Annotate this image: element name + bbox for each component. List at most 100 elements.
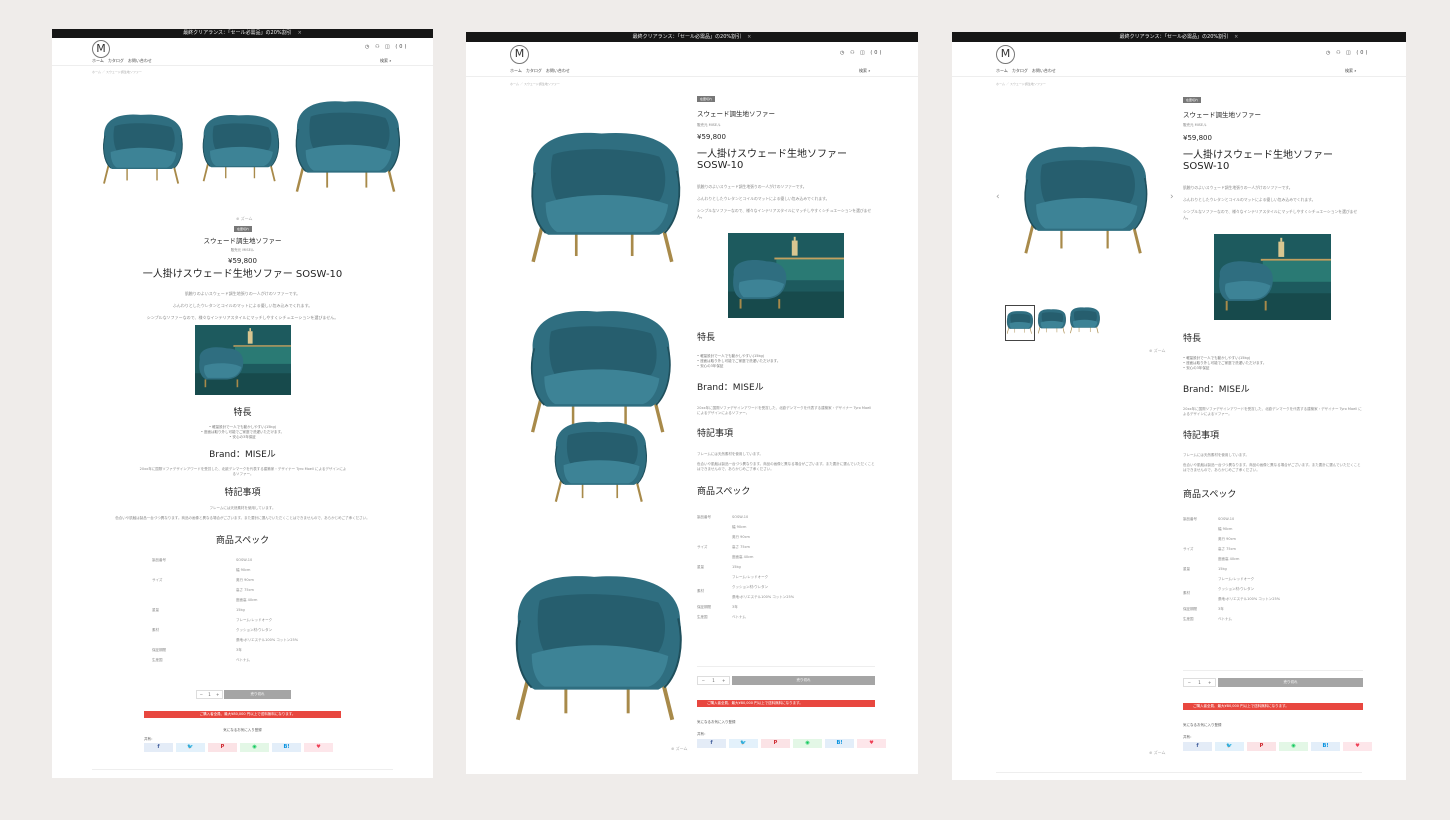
product-image-3[interactable]	[292, 99, 404, 199]
quantity-stepper[interactable]: −1 +	[1183, 678, 1216, 687]
logo[interactable]: M	[92, 40, 110, 58]
room-image	[195, 325, 291, 395]
specs-divider	[697, 666, 875, 667]
footer-divider	[996, 772, 1362, 773]
vendor-name[interactable]: MISEル	[1195, 123, 1207, 127]
spec-row: 生産国 ベトナム	[152, 658, 250, 662]
product-image-1[interactable]	[100, 113, 186, 189]
line-icon[interactable]: ◉	[240, 743, 269, 752]
brand-heading: Brand：MISEル	[1183, 385, 1250, 395]
logo[interactable]: M	[996, 45, 1015, 64]
hatena-icon[interactable]: B!	[825, 739, 854, 748]
pinterest-icon[interactable]: P	[761, 739, 790, 748]
line-icon[interactable]: ◉	[793, 739, 822, 748]
header-icons[interactable]: ◷ ⚇ ◫ (0)	[365, 44, 408, 50]
header-divider	[952, 76, 1406, 77]
product-image-1[interactable]	[526, 130, 686, 272]
nav-contact[interactable]: お問い合わせ	[1032, 68, 1056, 73]
nav-contact[interactable]: お問い合わせ	[546, 68, 570, 73]
nav-contact[interactable]: お問い合わせ	[128, 58, 152, 63]
search-button[interactable]: 検索 ⌕	[1345, 68, 1357, 74]
close-icon[interactable]: ×	[1234, 34, 1238, 40]
next-arrow-icon[interactable]: ›	[1170, 192, 1174, 202]
search-button[interactable]: 検索 ⌕	[859, 68, 871, 74]
brand-text: 20xx年に国際ソファデザインアワードを受賞した、北欧デンマークを代表する建築家…	[139, 467, 347, 476]
plus-button[interactable]: +	[216, 691, 219, 698]
main-nav: ホーム カタログ お問い合わせ	[92, 58, 156, 64]
minus-button[interactable]: −	[200, 691, 203, 698]
product-image-2[interactable]	[200, 113, 282, 187]
sold-out-button[interactable]: 売り切れ	[732, 676, 875, 685]
product-image-4[interactable]	[510, 557, 688, 747]
quantity-value[interactable]: 1	[712, 677, 715, 684]
twitter-icon[interactable]: 🐦	[176, 743, 205, 752]
product-name: スウェード調生地ソファー	[1183, 111, 1261, 119]
header-icons[interactable]: ◷ ⚇ ◫ (0)	[840, 50, 883, 56]
twitter-icon[interactable]: 🐦	[729, 739, 758, 748]
nav-home[interactable]: ホーム	[996, 68, 1008, 73]
thumbnail-3[interactable]	[1069, 304, 1101, 338]
plus-button[interactable]: +	[722, 677, 725, 684]
quantity-stepper[interactable]: −1 +	[196, 690, 223, 699]
sold-out-button[interactable]: 売り切れ	[224, 690, 291, 699]
quantity-stepper[interactable]: −1 +	[697, 676, 730, 685]
search-button[interactable]: 検索 ⌕	[380, 58, 392, 64]
quantity-value[interactable]: 1	[208, 691, 211, 698]
announcement-bar: 最終クリアランス：「セール必需品」の20%割引 ×	[952, 32, 1406, 42]
zoom-button[interactable]: ⊕ ズーム	[671, 746, 688, 752]
spec-row: 重量 15kg フレーム:レッドオーク	[152, 608, 273, 622]
note-item: 色合いや肌触は製品一台づつ異なります。商品の画像と異なる場合がございます。また要…	[1183, 463, 1361, 472]
description-line-3: シンプルなソファーなので、様々なインテリアスタイルにマッチしやすくシチュエーショ…	[146, 315, 339, 320]
zoom-button[interactable]: ⊕ ズーム	[236, 216, 253, 222]
hatena-icon[interactable]: B!	[1311, 742, 1340, 751]
product-main-image[interactable]	[1020, 144, 1152, 262]
pocket-icon[interactable]: ♥	[1343, 742, 1372, 751]
shipping-banner: ご購入者全員、最大¥80,000 円以上で送料無料になります。	[1183, 703, 1363, 710]
logo[interactable]: M	[510, 45, 529, 64]
main-nav: ホーム カタログ お問い合わせ	[996, 68, 1060, 74]
vendor-name[interactable]: MISEル	[709, 123, 721, 127]
pinterest-icon[interactable]: P	[1247, 742, 1276, 751]
pocket-icon[interactable]: ♥	[857, 739, 886, 748]
minus-button[interactable]: −	[702, 677, 705, 684]
close-icon[interactable]: ×	[747, 34, 751, 40]
nav-catalog[interactable]: カタログ	[526, 68, 542, 73]
zoom-button[interactable]: ⊕ ズーム	[1149, 348, 1166, 354]
nav-home[interactable]: ホーム	[92, 58, 104, 63]
spec-row: サイズ 奥行 90cm 高さ 75cm 座面高 40cm	[1183, 537, 1240, 561]
hatena-icon[interactable]: B!	[272, 743, 301, 752]
sold-out-button[interactable]: 売り切れ	[1218, 678, 1363, 687]
zoom-button-lower[interactable]: ⊕ ズーム	[1149, 750, 1166, 756]
product-price: ¥59,800	[1183, 134, 1212, 142]
quantity-value[interactable]: 1	[1198, 679, 1201, 686]
facebook-icon[interactable]: f	[1183, 742, 1212, 751]
main-nav: ホーム カタログ お問い合わせ	[510, 68, 574, 74]
description-line-2: ふんわりとしたウレタンとコイルのマットによる優しい包み込みでくれます。	[1183, 197, 1316, 202]
spec-row: 素材 クッション材:ウレタン 張地:ポリエステル100% コットン25%	[152, 628, 299, 642]
facebook-icon[interactable]: f	[697, 739, 726, 748]
pocket-icon[interactable]: ♥	[304, 743, 333, 752]
note-item: フレームには天然素材を使用しています。	[1183, 453, 1249, 457]
note-item: 色合いや肌触は製品一台づつ異なります。商品の画像と異なる場合がございます。また要…	[697, 462, 875, 471]
plus-button[interactable]: +	[1208, 679, 1211, 686]
spec-row: 製品番号 SOSW-10 幅 90cm	[152, 558, 253, 572]
product-image-3[interactable]	[526, 420, 676, 508]
spec-row: 重量 15kg フレーム:レッドオーク	[1183, 567, 1255, 581]
description: 肌触りのよいスウェード調生地張りの一人がけのソファーです。 ふんわりとしたウレタ…	[697, 184, 875, 220]
line-icon[interactable]: ◉	[1279, 742, 1308, 751]
vendor: 販売元 MISEル	[697, 123, 721, 128]
header-divider	[52, 65, 433, 66]
vendor-name[interactable]: MISEル	[242, 248, 254, 252]
thumbnail-1[interactable]	[1005, 305, 1035, 341]
minus-button[interactable]: −	[1188, 679, 1191, 686]
pinterest-icon[interactable]: P	[208, 743, 237, 752]
twitter-icon[interactable]: 🐦	[1215, 742, 1244, 751]
prev-arrow-icon[interactable]: ‹	[996, 192, 1000, 202]
nav-catalog[interactable]: カタログ	[108, 58, 124, 63]
thumbnail-2[interactable]	[1037, 307, 1067, 337]
close-icon[interactable]: ×	[298, 30, 302, 36]
facebook-icon[interactable]: f	[144, 743, 173, 752]
nav-home[interactable]: ホーム	[510, 68, 522, 73]
header-icons[interactable]: ◷ ⚇ ◫ (0)	[1326, 50, 1369, 56]
nav-catalog[interactable]: カタログ	[1012, 68, 1028, 73]
